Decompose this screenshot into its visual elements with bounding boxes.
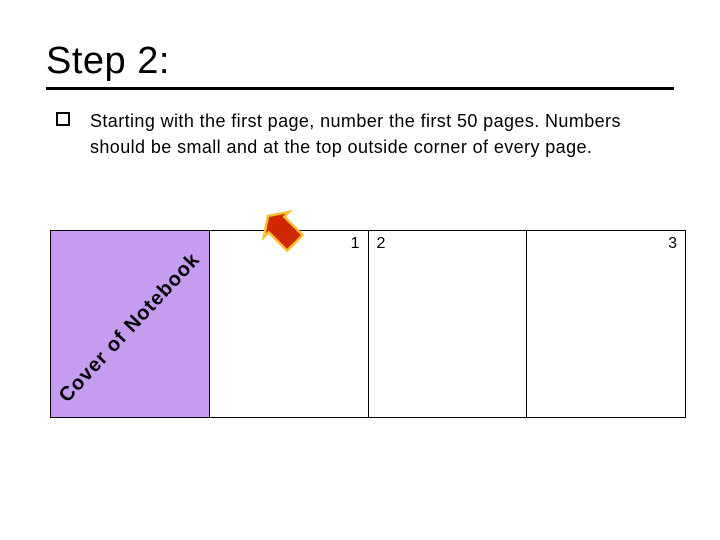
page-number-3: 3 bbox=[668, 235, 677, 253]
bullet-item: Starting with the first page, number the… bbox=[46, 108, 674, 160]
page-2: 2 bbox=[369, 231, 528, 417]
cover-page: Cover of Notebook bbox=[51, 231, 210, 417]
slide: Step 2: Starting with the first page, nu… bbox=[0, 0, 720, 540]
page-number-2: 2 bbox=[377, 235, 386, 253]
notebook-diagram: Cover of Notebook 1 2 3 bbox=[50, 230, 686, 418]
page-1: 1 bbox=[210, 231, 369, 417]
cover-label: Cover of Notebook bbox=[55, 248, 205, 407]
page-number-1: 1 bbox=[351, 235, 360, 253]
step-title: Step 2: bbox=[46, 40, 674, 83]
pages-row: Cover of Notebook 1 2 3 bbox=[50, 230, 686, 418]
square-bullet-icon bbox=[56, 112, 70, 126]
pointer-arrow-icon bbox=[260, 208, 310, 258]
bullet-text: Starting with the first page, number the… bbox=[90, 108, 674, 160]
page-3: 3 bbox=[527, 231, 686, 417]
title-underline bbox=[46, 87, 674, 90]
